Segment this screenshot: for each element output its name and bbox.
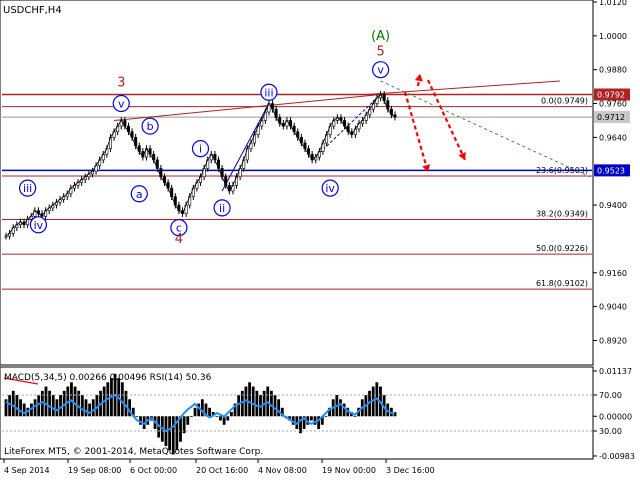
macd-bar	[226, 416, 230, 421]
macd-bar	[324, 416, 328, 418]
major-wave-label: (A)	[371, 29, 390, 44]
macd-bar	[309, 416, 313, 421]
wave-label-text: ii	[219, 202, 225, 215]
time-tick-label: 4 Sep 2014	[4, 466, 50, 475]
macd-bar	[22, 403, 26, 417]
price-tick-label: 0.9880	[599, 66, 627, 75]
price-tick-label: 0.9400	[599, 201, 627, 210]
price-marker-label: 0.9792	[597, 91, 625, 100]
time-tick-label: 19 Nov 00:00	[322, 466, 376, 475]
macd-bar	[237, 395, 241, 417]
time-axis: 4 Sep 2014 19 Sep 08:00 6 Oct 00:00 20 Oct …	[3, 459, 435, 475]
macd-bar	[80, 395, 84, 417]
macd-bar	[19, 399, 22, 417]
price-marker-label: 0.9523	[597, 166, 625, 175]
macd-bar	[273, 395, 277, 417]
indicator-tick-label: 0.01137	[599, 367, 632, 376]
fib-level-label: 38.2(0.9349)	[536, 209, 588, 218]
indicator-axis: 0.01137 70.00 0.00000 30.00 -0.00983	[593, 367, 635, 461]
macd-bar	[200, 399, 204, 417]
time-tick-label: 19 Sep 08:00	[68, 466, 121, 475]
time-tick-label: 3 Dec 16:00	[386, 466, 435, 475]
wave-label-text: iii	[264, 86, 273, 99]
macd-bar	[120, 382, 124, 417]
macd-bar	[8, 395, 12, 417]
time-tick-label: 6 Oct 00:00	[130, 466, 177, 475]
macd-bar	[251, 386, 255, 417]
price-tick-label: 0.9160	[599, 269, 627, 278]
indicator-header: MACD(5,34,5) 0.00266 0.00496 RSI(14) 50.…	[4, 373, 212, 383]
macd-bar	[168, 416, 171, 451]
macd-bar	[353, 416, 357, 418]
macd-bar	[339, 399, 342, 417]
indicator-tick-label: -0.00983	[599, 452, 635, 461]
price-marker-label: 0.9712	[597, 113, 625, 122]
symbol-label: USDCHF,H4	[3, 5, 62, 16]
indicator-tick-label: 30.00	[599, 427, 622, 436]
macd-bar	[208, 407, 211, 417]
macd-bar	[33, 399, 37, 417]
candle-body	[4, 235, 8, 238]
wave-label-text: v	[377, 64, 384, 77]
macd-bar	[277, 399, 281, 417]
fib-level-label: 0.0(0.9749)	[541, 97, 588, 106]
macd-bar	[193, 407, 197, 417]
macd-bar	[44, 386, 48, 417]
major-wave-label: 5	[376, 45, 384, 60]
wave-label-text: b	[147, 120, 154, 133]
wave-label-text: iv	[325, 182, 335, 195]
copyright-text: LiteForex MT5, © 2001-2014, MetaQuotes S…	[4, 447, 263, 457]
price-tick-label: 1.0000	[599, 32, 627, 41]
fib-level-label: 61.8(0.9102)	[536, 279, 588, 288]
indicator-tick-label: 0.00000	[599, 412, 632, 421]
chart-canvas[interactable]: 0.0(0.9749)23.6(0.9503)38.2(0.9349)50.0(…	[0, 0, 640, 480]
time-tick-label: 20 Oct 16:00	[196, 466, 248, 475]
macd-bar	[15, 395, 19, 417]
price-tick-label: 0.9760	[599, 100, 627, 109]
macd-bar	[215, 416, 219, 418]
macd-bar	[55, 399, 59, 417]
wave-label-text: iv	[34, 219, 44, 232]
major-wave-label: 4	[175, 232, 183, 247]
major-wave-label: 3	[117, 76, 125, 91]
wave-label-text: i	[199, 143, 202, 156]
price-tick-label: 1.0120	[599, 0, 627, 7]
price-tick-label: 0.9640	[599, 133, 627, 142]
macd-bar	[248, 382, 251, 417]
price-axis: 1.0120 1.0000 0.9880 0.9760 0.9640 0.9400 0.91…	[593, 0, 630, 345]
main-plot-frame	[0, 0, 594, 366]
wave-label-text: v	[118, 98, 125, 111]
wave-label-text: iii	[23, 182, 32, 195]
macd-bar	[88, 403, 92, 417]
time-tick-label: 4 Nov 08:00	[258, 466, 307, 475]
macd-bar	[190, 416, 193, 418]
wave-label-text: a	[136, 188, 143, 201]
macd-bar	[51, 395, 55, 417]
macd-bar	[84, 399, 88, 417]
macd-bar	[186, 416, 190, 425]
macd-bar	[230, 412, 233, 417]
macd-bar	[37, 395, 41, 417]
indicator-tick-label: 70.00	[599, 391, 622, 400]
macd-bar	[91, 399, 95, 417]
chart-window: 0.0(0.9749) 23.6(0.9503) 38.2(0.9349) 50.0(…	[0, 0, 640, 480]
macd-bar	[219, 416, 222, 421]
price-tick-label: 0.9040	[599, 303, 627, 312]
macd-bar	[73, 386, 77, 417]
price-tick-label: 0.8920	[599, 336, 627, 345]
macd-bar	[135, 416, 139, 418]
fib-level-label: 50.0(0.9226)	[536, 244, 588, 253]
